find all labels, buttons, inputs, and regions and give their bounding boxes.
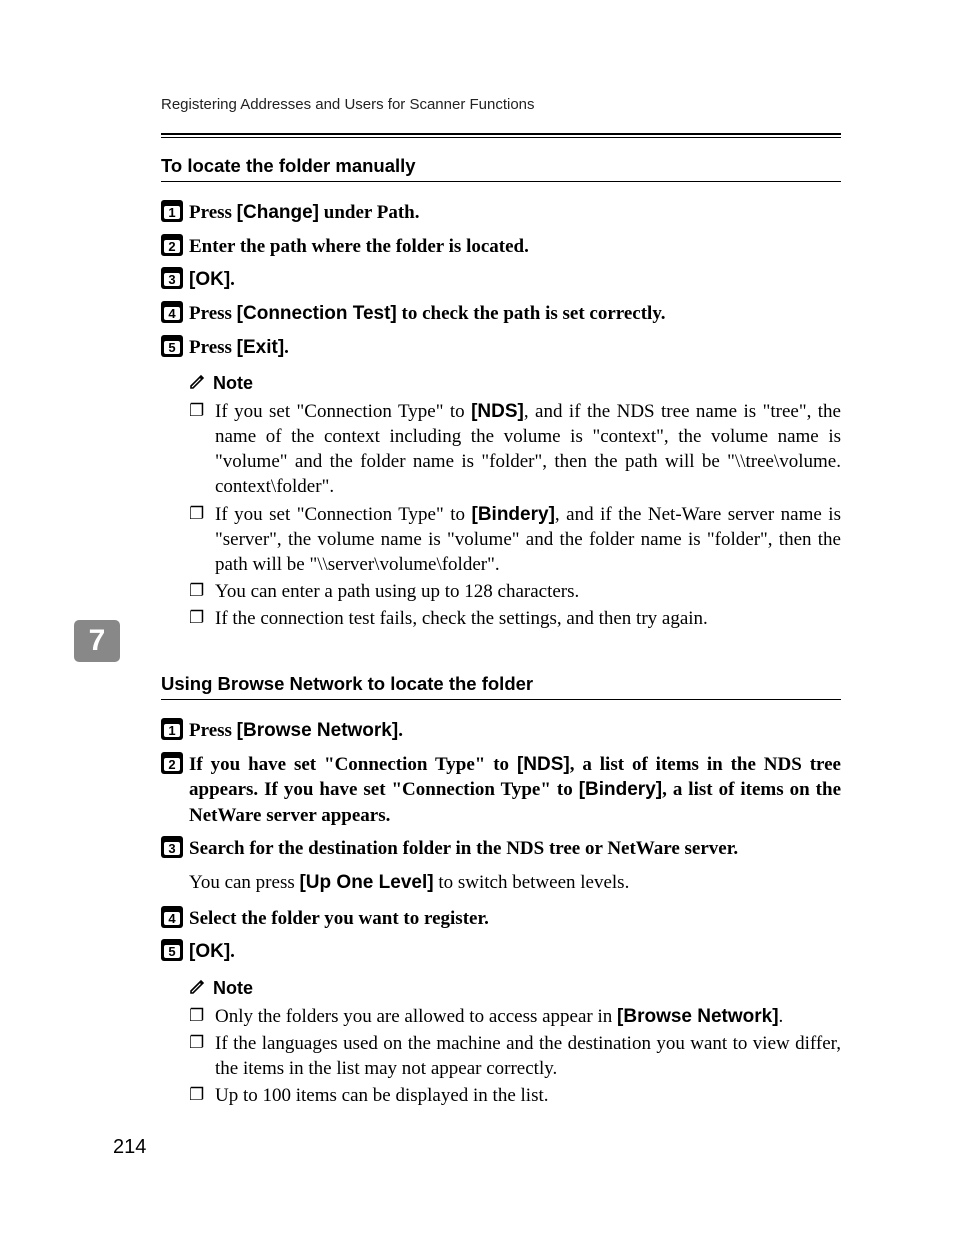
svg-text:4: 4 [168, 911, 176, 926]
svg-text:5: 5 [168, 944, 175, 959]
step-text: Select the folder you want to register. [189, 906, 841, 932]
note-block: Note Only the folders you are allowed to… [189, 977, 841, 1108]
step-text: If you have set "Connection Type" to [ND… [189, 752, 841, 829]
note-item: If the connection test fails, check the … [189, 606, 841, 631]
section-rule [161, 181, 841, 182]
step-number-icon: 1 [161, 718, 185, 740]
section-2: Using Browse Network to locate the folde… [161, 673, 841, 1108]
step-text: Press [Change] under Path. [189, 200, 841, 226]
step-text: Enter the path where the folder is locat… [189, 234, 841, 260]
note-label: Note [213, 373, 253, 394]
note-list: If you set "Connection Type" to [NDS], a… [189, 399, 841, 631]
top-rule [161, 133, 841, 138]
step-4: 4 Press [Connection Test] to check the p… [161, 301, 841, 327]
step-number-icon: 1 [161, 200, 185, 222]
step-number-icon: 2 [161, 752, 185, 774]
note-item: If you set "Connection Type" to [NDS], a… [189, 399, 841, 499]
pencil-icon [189, 977, 207, 1000]
svg-text:2: 2 [168, 239, 175, 254]
step-followup: You can press [Up One Level] to switch b… [189, 870, 841, 896]
note-item: If the languages used on the machine and… [189, 1031, 841, 1081]
note-heading: Note [189, 372, 841, 395]
step-1: 1 Press [Change] under Path. [161, 200, 841, 226]
note-item: Up to 100 items can be displayed in the … [189, 1083, 841, 1108]
step-3: 3 [OK]. [161, 267, 841, 293]
note-heading: Note [189, 977, 841, 1000]
svg-text:2: 2 [168, 757, 175, 772]
section-rule [161, 699, 841, 700]
note-item: If you set "Connection Type" to [Bindery… [189, 502, 841, 577]
svg-text:1: 1 [168, 723, 175, 738]
svg-text:5: 5 [168, 340, 175, 355]
step-2: 2 If you have set "Connection Type" to [… [161, 752, 841, 829]
svg-text:1: 1 [168, 205, 175, 220]
step-number-icon: 2 [161, 234, 185, 256]
step-text: [OK]. [189, 267, 841, 293]
step-text: [OK]. [189, 939, 841, 965]
step-number-icon: 4 [161, 301, 185, 323]
note-label: Note [213, 978, 253, 999]
page-number: 214 [113, 1136, 146, 1159]
svg-text:3: 3 [168, 272, 175, 287]
step-3: 3 Search for the destination folder in t… [161, 836, 841, 862]
svg-text:3: 3 [168, 841, 175, 856]
note-block: Note If you set "Connection Type" to [ND… [189, 372, 841, 631]
step-text: Search for the destination folder in the… [189, 836, 841, 862]
step-5: 5 Press [Exit]. [161, 335, 841, 361]
step-number-icon: 3 [161, 267, 185, 289]
step-number-icon: 4 [161, 906, 185, 928]
chapter-tab: 7 [74, 620, 120, 662]
svg-text:4: 4 [168, 306, 176, 321]
note-item: You can enter a path using up to 128 cha… [189, 579, 841, 604]
step-text: Press [Connection Test] to check the pat… [189, 301, 841, 327]
step-2: 2 Enter the path where the folder is loc… [161, 234, 841, 260]
step-4: 4 Select the folder you want to register… [161, 906, 841, 932]
page: Registering Addresses and Users for Scan… [0, 0, 954, 1235]
running-head: Registering Addresses and Users for Scan… [161, 96, 535, 113]
step-number-icon: 3 [161, 836, 185, 858]
step-number-icon: 5 [161, 939, 185, 961]
note-item: Only the folders you are allowed to acce… [189, 1004, 841, 1029]
section-heading: To locate the folder manually [161, 155, 841, 177]
step-text: Press [Exit]. [189, 335, 841, 361]
step-text: Press [Browse Network]. [189, 718, 841, 744]
step-1: 1 Press [Browse Network]. [161, 718, 841, 744]
section-heading: Using Browse Network to locate the folde… [161, 673, 841, 695]
step-number-icon: 5 [161, 335, 185, 357]
step-5: 5 [OK]. [161, 939, 841, 965]
content-area: To locate the folder manually 1 Press [C… [161, 155, 841, 1110]
pencil-icon [189, 372, 207, 395]
note-list: Only the folders you are allowed to acce… [189, 1004, 841, 1108]
